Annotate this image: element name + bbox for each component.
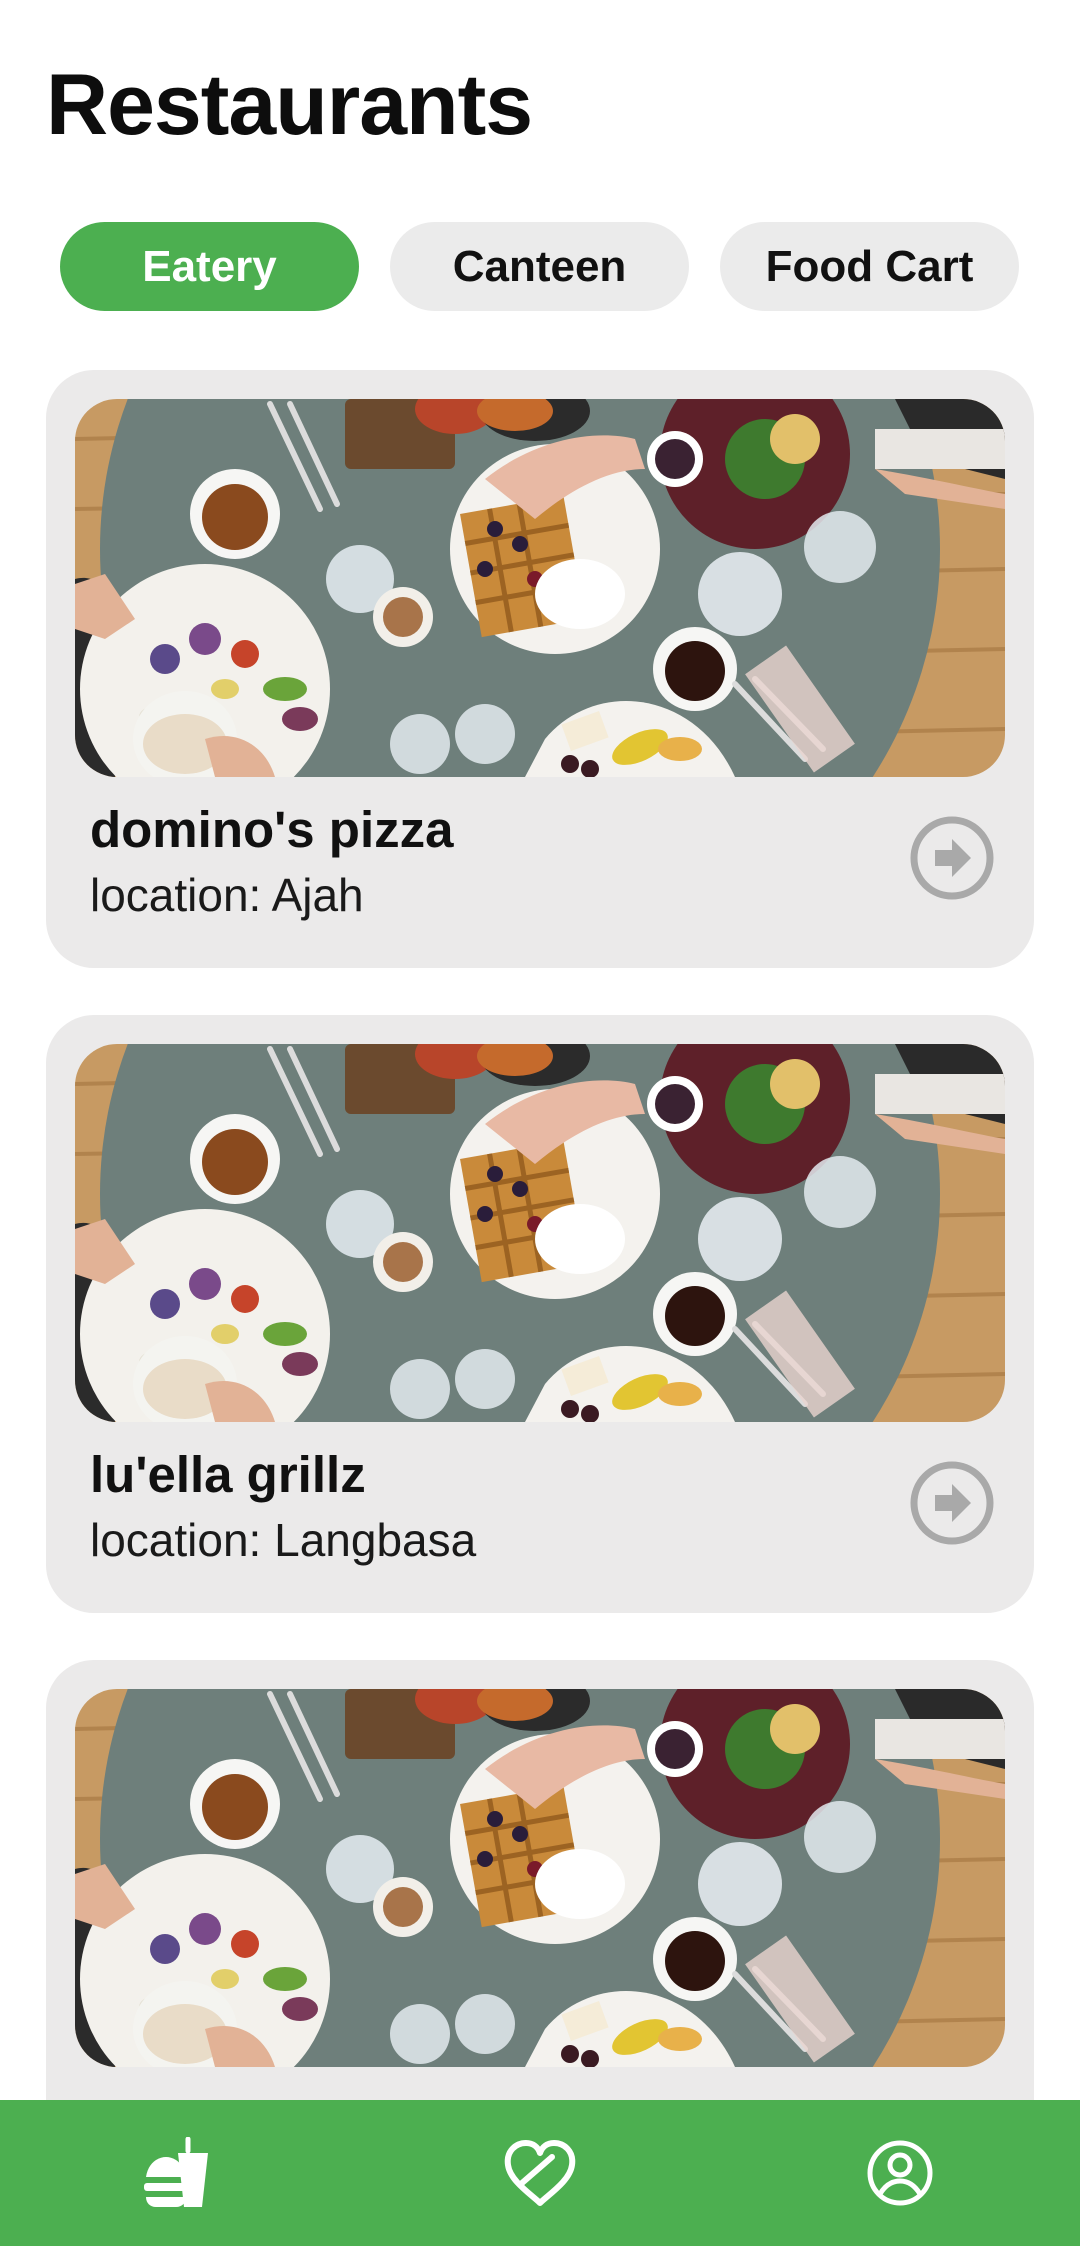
tab-food-cart[interactable]: Food Cart xyxy=(720,222,1019,311)
bottom-nav xyxy=(0,2100,1080,2246)
restaurant-card[interactable]: lu'ella grillz location: Langbasa xyxy=(46,1015,1034,1613)
restaurant-name: domino's pizza xyxy=(90,801,454,858)
category-tabs: Eatery Canteen Food Cart xyxy=(60,222,1019,311)
restaurants-screen: Restaurants Eatery Canteen Food Cart dom… xyxy=(0,0,1080,2246)
heart-icon xyxy=(504,2140,576,2206)
nav-favorites-button[interactable] xyxy=(502,2137,578,2209)
restaurant-photo xyxy=(75,1044,1005,1422)
tab-canteen[interactable]: Canteen xyxy=(390,222,689,311)
restaurant-name: lu'ella grillz xyxy=(90,1446,366,1503)
nav-profile-button[interactable] xyxy=(862,2137,938,2209)
page-title: Restaurants xyxy=(46,57,533,153)
food-icon xyxy=(144,2137,208,2207)
restaurant-card[interactable]: domino's pizza location: Ajah xyxy=(46,370,1034,968)
tab-eatery[interactable]: Eatery xyxy=(60,222,359,311)
restaurant-location: location: Langbasa xyxy=(90,1514,477,1566)
restaurant-location: location: Ajah xyxy=(90,869,364,921)
arrow-right-circle-icon[interactable] xyxy=(908,1459,996,1547)
nav-food-button[interactable] xyxy=(142,2137,218,2209)
arrow-right-circle-icon[interactable] xyxy=(908,814,996,902)
account-icon xyxy=(867,2140,933,2206)
restaurant-photo xyxy=(75,1689,1005,2067)
restaurant-photo xyxy=(75,399,1005,777)
